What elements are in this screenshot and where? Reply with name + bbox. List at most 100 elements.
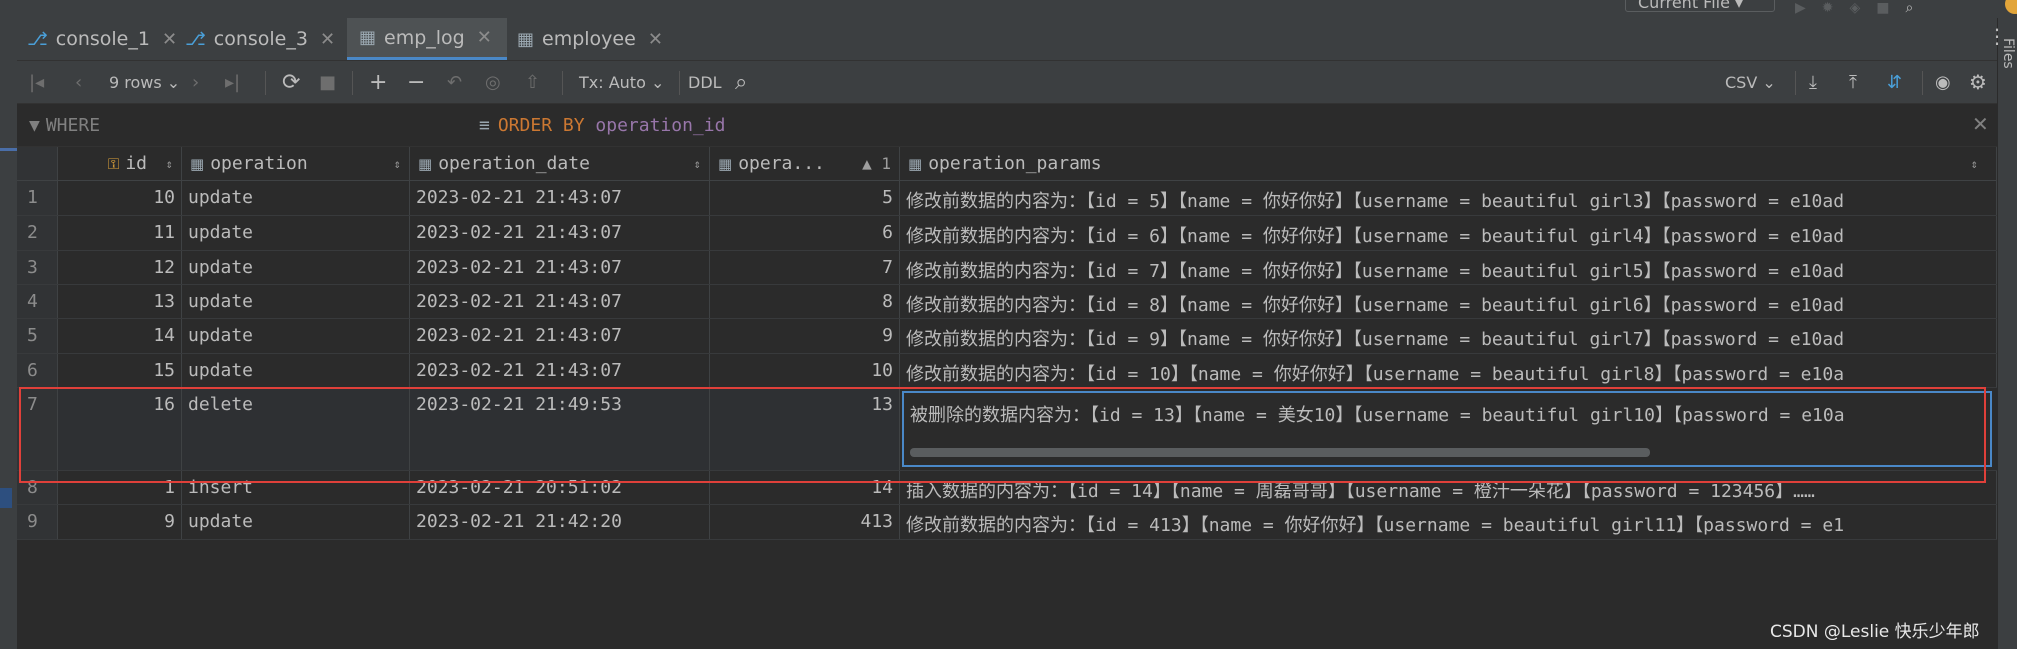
export-download-icon[interactable]: ⤓	[1809, 61, 1817, 103]
cell-operation-id[interactable]: 5	[710, 181, 900, 215]
ddl-button[interactable]: DDL	[688, 61, 722, 103]
close-icon[interactable]: ✕	[320, 29, 335, 50]
cell-operation-date[interactable]: 2023-02-21 20:51:02	[410, 471, 710, 504]
cell-operation-params[interactable]: 修改前数据的内容为：【id = 10】【name = 你好你好】【usernam…	[900, 354, 1997, 387]
cell-operation[interactable]: update	[182, 251, 410, 284]
cell-operation-date[interactable]: 2023-02-21 21:49:53	[410, 388, 710, 470]
cell-operation-params[interactable]: 插入数据的内容为：【id = 14】【name = 周磊哥哥】【username…	[900, 471, 1997, 504]
sort-ascending-indicator[interactable]: ▲ 1	[862, 154, 891, 173]
cell-operation-date[interactable]: 2023-02-21 21:43:07	[410, 285, 710, 318]
stop-icon[interactable]: ■	[319, 61, 336, 103]
previous-page-icon[interactable]: ‹	[75, 61, 82, 103]
tab-employee[interactable]: ▦ employee ✕	[505, 18, 667, 60]
column-header-id[interactable]: ⚿ id ⇕	[58, 147, 182, 181]
table-row[interactable]: 5 14 update 2023-02-21 21:43:07 9 修改前数据的…	[17, 319, 1997, 354]
cell-operation-id[interactable]: 9	[710, 319, 900, 353]
cell-operation-params-editor[interactable]: 被删除的数据内容为：【id = 13】【name = 美女10】【usernam…	[902, 391, 1992, 467]
cell-operation-params[interactable]: 修改前数据的内容为：【id = 5】【name = 你好你好】【username…	[900, 181, 1997, 215]
cell-id[interactable]: 1	[58, 471, 182, 504]
cell-operation-id[interactable]: 10	[710, 354, 900, 387]
table-row[interactable]: 8 1 insert 2023-02-21 20:51:02 14 插入数据的内…	[17, 471, 1997, 505]
cell-operation-date[interactable]: 2023-02-21 21:43:07	[410, 216, 710, 250]
profile-icon[interactable]: ◈	[1850, 0, 1861, 16]
horizontal-scrollbar[interactable]	[910, 448, 1650, 457]
cell-operation-date[interactable]: 2023-02-21 21:43:07	[410, 354, 710, 387]
cell-operation[interactable]: delete	[182, 388, 410, 470]
column-header-operation-id[interactable]: ▦ opera... ▲ 1	[710, 147, 900, 181]
more-options-icon[interactable]: ⋮	[1987, 24, 2007, 48]
stop-icon[interactable]: ■	[1876, 0, 1889, 16]
cell-operation-params[interactable]: 修改前数据的内容为：【id = 6】【name = 你好你好】【username…	[900, 216, 1997, 250]
cell-operation[interactable]: update	[182, 354, 410, 387]
cell-operation[interactable]: update	[182, 181, 410, 215]
last-page-icon[interactable]: ▸|	[225, 61, 240, 103]
run-icon[interactable]: ▶	[1795, 0, 1806, 16]
table-row[interactable]: 1 10 update 2023-02-21 21:43:07 5 修改前数据的…	[17, 181, 1997, 216]
column-header-operation[interactable]: ▦ operation ⇕	[182, 147, 410, 181]
cell-operation-id[interactable]: 413	[710, 505, 900, 539]
column-header-operation-date[interactable]: ▦ operation_date ⇕	[410, 147, 710, 181]
submit-icon[interactable]: ⇧	[525, 61, 540, 103]
compare-icon[interactable]: ⇵	[1887, 61, 1902, 103]
table-row[interactable]: 6 15 update 2023-02-21 21:43:07 10 修改前数据…	[17, 354, 1997, 388]
cell-id[interactable]: 13	[58, 285, 182, 318]
cell-operation[interactable]: update	[182, 285, 410, 318]
close-icon[interactable]: ✕	[162, 29, 177, 50]
cell-id[interactable]: 16	[58, 388, 182, 470]
search-everywhere-icon[interactable]: ⌕	[1906, 0, 1914, 16]
tab-console-1[interactable]: ⎇ console_1 ✕	[27, 18, 177, 60]
column-header-operation-params[interactable]: ▦ operation_params ⇕	[900, 147, 1997, 181]
sort-toggle-icon[interactable]: ⇕	[694, 157, 701, 171]
search-icon[interactable]: ⌕	[735, 61, 747, 103]
cell-operation-id[interactable]: 7	[710, 251, 900, 284]
order-by-field[interactable]: ≡ ORDER BY operation_id	[479, 104, 725, 146]
view-options-eye-icon[interactable]: ◉	[1935, 61, 1951, 103]
gear-icon[interactable]: ⚙	[1969, 61, 1987, 103]
cell-operation[interactable]: update	[182, 319, 410, 353]
sort-toggle-icon[interactable]: ⇕	[166, 157, 173, 171]
cell-id[interactable]: 9	[58, 505, 182, 539]
cell-operation-date[interactable]: 2023-02-21 21:43:07	[410, 319, 710, 353]
table-row[interactable]: 4 13 update 2023-02-21 21:43:07 8 修改前数据的…	[17, 285, 1997, 319]
cell-operation-params[interactable]: 修改前数据的内容为：【id = 9】【name = 你好你好】【username…	[900, 319, 1997, 353]
cell-operation-id[interactable]: 14	[710, 471, 900, 504]
table-row[interactable]: 9 9 update 2023-02-21 21:42:20 413 修改前数据…	[17, 505, 1997, 540]
revert-icon[interactable]: ↶	[447, 61, 462, 103]
cell-id[interactable]: 12	[58, 251, 182, 284]
refresh-icon[interactable]: ⟳	[282, 61, 300, 103]
editor-text[interactable]: 被删除的数据内容为：【id = 13】【name = 美女10】【usernam…	[910, 405, 1845, 426]
where-filter-field[interactable]: ▼ WHERE	[29, 104, 100, 146]
cell-operation[interactable]: insert	[182, 471, 410, 504]
run-configuration-dropdown[interactable]: Current File ▾	[1625, 0, 1775, 12]
delete-row-icon[interactable]: −	[407, 61, 425, 103]
close-icon[interactable]: ✕	[648, 29, 663, 50]
cell-id[interactable]: 15	[58, 354, 182, 387]
close-icon[interactable]: ✕	[1972, 112, 1989, 136]
page-size-dropdown[interactable]: 9 rows ⌄	[109, 61, 180, 103]
cell-id[interactable]: 11	[58, 216, 182, 250]
cell-operation-params[interactable]: 修改前数据的内容为：【id = 8】【name = 你好你好】【username…	[900, 285, 1997, 318]
cell-operation-date[interactable]: 2023-02-21 21:42:20	[410, 505, 710, 539]
close-icon[interactable]: ✕	[477, 27, 492, 48]
add-row-icon[interactable]: +	[369, 61, 387, 103]
tab-console-3[interactable]: ⎇ console_3 ✕	[185, 18, 345, 60]
export-format-dropdown[interactable]: CSV ⌄	[1725, 61, 1776, 103]
cell-operation-id[interactable]: 8	[710, 285, 900, 318]
cell-operation[interactable]: update	[182, 505, 410, 539]
cell-operation-params[interactable]: 修改前数据的内容为：【id = 7】【name = 你好你好】【username…	[900, 251, 1997, 284]
tab-emp-log[interactable]: ▦ emp_log ✕	[347, 18, 507, 60]
sort-toggle-icon[interactable]: ⇕	[394, 157, 401, 171]
sort-toggle-icon[interactable]: ⇕	[1971, 157, 1978, 171]
debug-icon[interactable]: ✹	[1822, 0, 1834, 16]
import-upload-icon[interactable]: ⤒	[1849, 61, 1857, 103]
cell-operation-params[interactable]: 修改前数据的内容为：【id = 413】【name = 你好你好】【userna…	[900, 505, 1997, 539]
cell-operation-date[interactable]: 2023-02-21 21:43:07	[410, 181, 710, 215]
cell-id[interactable]: 14	[58, 319, 182, 353]
table-row-selected[interactable]: 7 16 delete 2023-02-21 21:49:53 13 被删除的数…	[17, 388, 1997, 471]
notification-badge[interactable]	[2005, 0, 2017, 14]
transaction-mode-dropdown[interactable]: Tx: Auto ⌄	[579, 61, 664, 103]
cell-operation-date[interactable]: 2023-02-21 21:43:07	[410, 251, 710, 284]
table-row[interactable]: 3 12 update 2023-02-21 21:43:07 7 修改前数据的…	[17, 251, 1997, 285]
next-page-icon[interactable]: ›	[192, 61, 199, 103]
table-row[interactable]: 2 11 update 2023-02-21 21:43:07 6 修改前数据的…	[17, 216, 1997, 251]
